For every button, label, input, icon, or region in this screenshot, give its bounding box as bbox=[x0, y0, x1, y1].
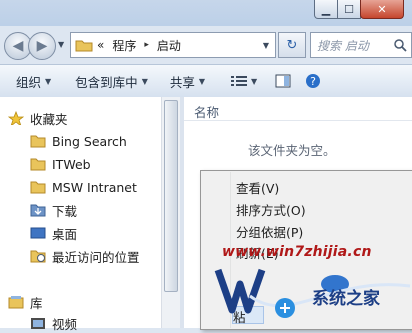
favorites-label: 收藏夹 bbox=[30, 111, 68, 127]
nav-item-recent-places[interactable]: 最近访问的位置 bbox=[30, 246, 140, 266]
help-icon: ? bbox=[306, 74, 321, 88]
chevron-down-icon: ▼ bbox=[141, 76, 148, 86]
view-list-icon bbox=[231, 76, 248, 86]
menu-item-sort-by[interactable]: 排序方式(O) bbox=[236, 200, 306, 219]
nav-item-msw-intranet[interactable]: MSW Intranet bbox=[30, 177, 137, 197]
svg-text:?: ? bbox=[310, 75, 316, 88]
nav-item-label: 最近访问的位置 bbox=[52, 249, 140, 265]
star-icon bbox=[8, 111, 24, 125]
libraries-group[interactable]: 库 bbox=[8, 292, 43, 312]
nav-item-label: 视频 bbox=[52, 316, 78, 332]
recent-places-icon bbox=[30, 250, 46, 263]
search-icon bbox=[394, 39, 407, 52]
change-view-button[interactable]: ▼ bbox=[225, 75, 263, 87]
chevron-down-icon: ▼ bbox=[45, 76, 52, 86]
address-overflow-chevron[interactable]: « bbox=[97, 38, 104, 52]
nav-item-label: ITWeb bbox=[52, 156, 91, 172]
forward-button[interactable]: ▶ bbox=[28, 32, 56, 60]
nav-item-downloads[interactable]: 下载 bbox=[30, 200, 77, 220]
nav-item-label: 下载 bbox=[52, 203, 78, 219]
preview-pane-button[interactable] bbox=[269, 74, 297, 88]
close-button[interactable]: ✕ bbox=[360, 0, 404, 19]
favorites-group[interactable]: 收藏夹 bbox=[8, 108, 68, 128]
column-header-divider bbox=[184, 120, 412, 121]
organize-label: 组织 bbox=[16, 74, 42, 90]
search-input[interactable]: 搜索 启动 bbox=[310, 32, 412, 58]
chevron-down-icon: ▼ bbox=[58, 40, 65, 49]
include-in-library-label: 包含到库中 bbox=[75, 74, 138, 90]
folder-icon bbox=[75, 40, 93, 52]
share-label: 共享 bbox=[169, 74, 195, 90]
help-button[interactable]: ? bbox=[299, 73, 327, 89]
minimize-button[interactable]: ▁ bbox=[314, 0, 338, 19]
forward-arrow-icon: ▶ bbox=[36, 38, 48, 54]
desktop-icon bbox=[30, 227, 46, 239]
minimize-icon: ▁ bbox=[321, 2, 331, 16]
libraries-label: 库 bbox=[30, 295, 43, 311]
command-bar: 组织 ▼ 包含到库中 ▼ 共享 ▼ ▼ ? bbox=[0, 64, 412, 98]
chevron-down-icon: ▼ bbox=[198, 76, 206, 86]
close-icon: ✕ bbox=[377, 2, 387, 16]
address-bar[interactable]: « 程序 ▸ 启动 ▼ bbox=[70, 32, 276, 58]
organize-button[interactable]: 组织 ▼ bbox=[10, 72, 57, 91]
nav-item-bing-search[interactable]: Bing Search bbox=[30, 131, 127, 151]
nav-item-itweb[interactable]: ITWeb bbox=[30, 154, 91, 174]
nav-item-desktop[interactable]: 桌面 bbox=[30, 223, 77, 243]
folder-link-icon bbox=[30, 158, 46, 171]
watermark-brand: 系统之家 bbox=[312, 289, 380, 309]
watermark-logo bbox=[214, 268, 411, 318]
downloads-folder-icon bbox=[30, 204, 46, 217]
maximize-button[interactable]: ☐ bbox=[337, 0, 361, 19]
search-placeholder: 搜索 启动 bbox=[317, 38, 369, 53]
folder-link-icon bbox=[30, 181, 46, 194]
address-dropdown-icon[interactable]: ▼ bbox=[263, 41, 269, 50]
maximize-icon: ☐ bbox=[344, 2, 354, 16]
nav-item-label: 桌面 bbox=[52, 226, 78, 242]
preview-pane-icon bbox=[275, 74, 291, 88]
menu-item-group-by[interactable]: 分组依据(P) bbox=[236, 222, 303, 241]
breadcrumb-startup[interactable]: 启动 bbox=[157, 37, 181, 54]
refresh-icon: ↻ bbox=[286, 37, 298, 53]
recent-pages-dropdown[interactable]: ▼ bbox=[58, 40, 64, 49]
chevron-down-icon: ▼ bbox=[251, 76, 258, 86]
nav-item-label: Bing Search bbox=[52, 133, 127, 149]
breadcrumb-programs[interactable]: 程序 bbox=[112, 37, 136, 54]
include-in-library-button[interactable]: 包含到库中 ▼ bbox=[69, 72, 154, 91]
nav-item-label: MSW Intranet bbox=[52, 179, 137, 195]
watermark-url: www.win7zhijia.cn bbox=[222, 244, 372, 260]
breadcrumb-separator-icon[interactable]: ▸ bbox=[144, 40, 149, 50]
library-icon bbox=[8, 296, 24, 309]
empty-folder-message: 该文件夹为空。 bbox=[248, 143, 336, 158]
column-header-name[interactable]: 名称 bbox=[194, 102, 219, 121]
folder-link-icon bbox=[30, 135, 46, 148]
menu-item-view[interactable]: 查看(V) bbox=[236, 178, 279, 197]
nav-item-videos[interactable]: 视频 bbox=[30, 313, 77, 333]
share-button[interactable]: 共享 ▼ bbox=[164, 72, 211, 91]
back-arrow-icon: ◀ bbox=[12, 38, 24, 54]
scrollbar-thumb[interactable] bbox=[164, 100, 178, 292]
refresh-button[interactable]: ↻ bbox=[278, 32, 306, 58]
